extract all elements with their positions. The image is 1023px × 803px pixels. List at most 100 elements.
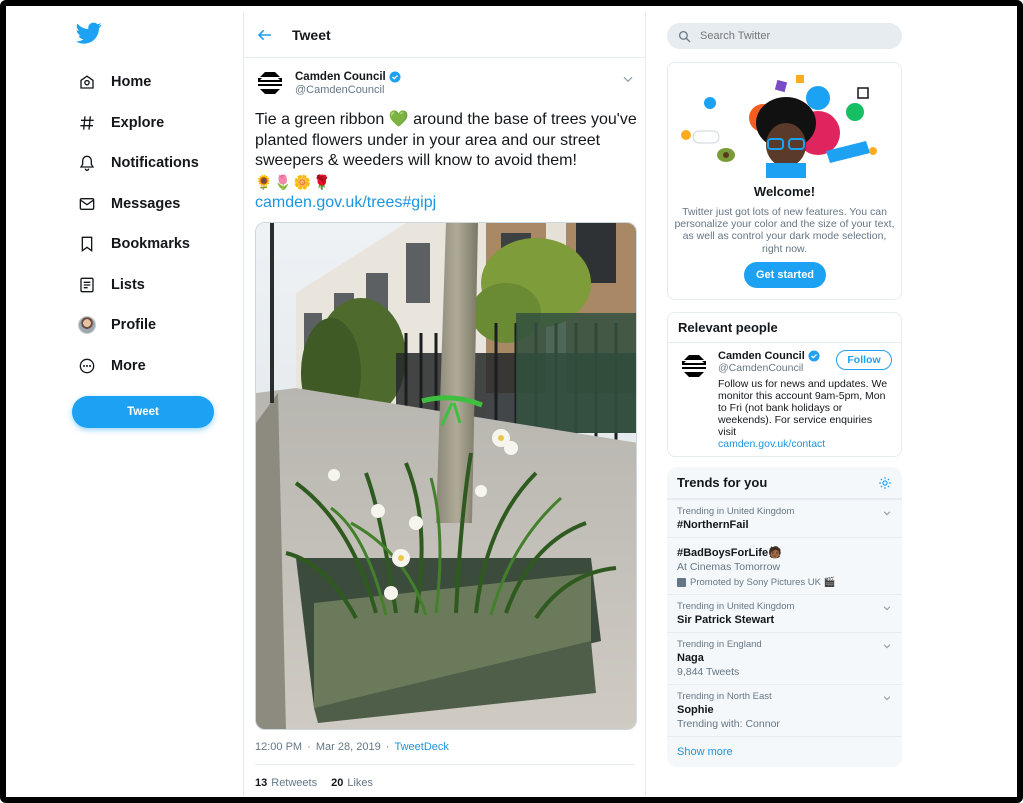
trend-subtext: Trending with: Connor: [677, 718, 780, 730]
nav-notifications-label: Notifications: [111, 155, 199, 172]
welcome-body: Twitter just got lots of new features. Y…: [674, 206, 895, 255]
trend-context: Trending in United Kingdom: [677, 506, 795, 517]
nav-bookmarks-label: Bookmarks: [111, 236, 190, 253]
chevron-down-icon[interactable]: [882, 603, 892, 613]
page-title: Tweet: [292, 26, 331, 43]
nav-explore[interactable]: Explore: [66, 103, 226, 144]
twitter-bird-icon[interactable]: [76, 20, 102, 46]
trend-name: Sir Patrick Stewart: [677, 614, 775, 626]
camden-logo-avatar[interactable]: [255, 68, 285, 98]
chevron-down-icon[interactable]: [882, 693, 892, 703]
trend-name: #NorthernFail: [677, 519, 749, 531]
trends-heading: Trends for you: [677, 475, 768, 490]
nav-notifications[interactable]: Notifications: [66, 143, 226, 184]
chevron-down-icon[interactable]: [882, 508, 892, 518]
trend-subtext: 9,844 Tweets: [677, 666, 740, 678]
retweets-value: 13: [255, 777, 268, 789]
nav-messages-label: Messages: [111, 195, 181, 212]
bookmark-icon: [78, 235, 96, 253]
likes-value: 20: [331, 777, 344, 789]
column-header: Tweet: [244, 12, 645, 58]
hashtag-icon: [78, 114, 96, 132]
nav-profile-label: Profile: [111, 317, 157, 334]
relevant-people-card: Relevant people Camden Council @CamdenCo…: [667, 312, 902, 457]
tweet-date[interactable]: Mar 28, 2019: [316, 741, 381, 753]
trend-subtext: At Cinemas Tomorrow: [677, 561, 781, 573]
nav-messages[interactable]: Messages: [66, 184, 226, 225]
show-more-link[interactable]: Show more: [667, 736, 902, 767]
nav-more-label: More: [111, 357, 146, 374]
trend-name: #BadBoysForLife🧑🏾: [677, 547, 782, 559]
tweet-photo[interactable]: [255, 222, 637, 730]
compose-tweet-button[interactable]: Tweet: [72, 396, 214, 428]
welcome-card: Welcome! Twitter just got lots of new fe…: [667, 62, 902, 300]
right-sidebar: Welcome! Twitter just got lots of new fe…: [667, 23, 902, 767]
likes-count[interactable]: 20 Likes: [331, 777, 373, 789]
trend-item-promoted[interactable]: #BadBoysForLife🧑🏾 At Cinemas Tomorrow Pr…: [667, 537, 902, 594]
tweet-source[interactable]: TweetDeck: [394, 741, 448, 753]
chevron-down-icon[interactable]: [621, 72, 635, 86]
trend-item[interactable]: Trending in North East Sophie Trending w…: [667, 684, 902, 736]
camden-logo-avatar[interactable]: [679, 351, 709, 381]
get-started-button[interactable]: Get started: [744, 262, 826, 288]
nav-home[interactable]: Home: [66, 62, 226, 103]
trend-item[interactable]: Trending in United Kingdom Sir Patrick S…: [667, 594, 902, 632]
tweet-time[interactable]: 12:00 PM: [255, 741, 302, 753]
relevant-bio-text: Follow us for news and updates. We monit…: [718, 378, 888, 438]
chevron-down-icon[interactable]: [882, 641, 892, 651]
likes-label: Likes: [347, 777, 374, 789]
tweet-stats: 13 Retweets 20 Likes: [255, 765, 635, 789]
nav-lists-label: Lists: [111, 276, 145, 293]
envelope-icon: [78, 195, 96, 213]
trend-name: Sophie: [677, 704, 714, 716]
browser-frame: Home Explore Notifications Messages Book…: [0, 0, 1023, 803]
promoted-icon: [677, 578, 686, 587]
trend-item[interactable]: Trending in England Naga 9,844 Tweets: [667, 632, 902, 684]
tweet-link[interactable]: camden.gov.uk/trees#gipj: [255, 192, 645, 214]
trend-context: Trending in United Kingdom: [677, 601, 795, 612]
tweet-detail: Camden Council @CamdenCouncil Tie a gree…: [244, 58, 645, 789]
author-name[interactable]: Camden Council: [295, 71, 386, 83]
promoted-label: Promoted by Sony Pictures UK 🎬: [690, 577, 836, 588]
home-icon: [78, 73, 96, 91]
tweet-emojis: 🌻🌷🌼🌹: [255, 173, 333, 190]
bell-icon: [78, 154, 96, 172]
verified-badge-icon: [808, 350, 820, 362]
trends-card: Trends for you Trending in United Kingdo…: [667, 467, 902, 767]
trend-context: Trending in North East: [677, 691, 772, 702]
more-icon: [78, 357, 96, 375]
welcome-title: Welcome!: [753, 184, 816, 199]
relevant-bio-link[interactable]: camden.gov.uk/contact: [718, 438, 891, 450]
tweet-text: Tie a green ribbon 💚 around the base of …: [255, 110, 645, 214]
search-input[interactable]: [700, 30, 880, 42]
nav-bookmarks[interactable]: Bookmarks: [66, 224, 226, 265]
relevant-bio: Follow us for news and updates. We monit…: [718, 378, 891, 450]
tweet-timestamp: 12:00 PM · Mar 28, 2019 · TweetDeck: [255, 741, 449, 753]
avatar: [78, 316, 96, 335]
trend-context: Trending in England: [677, 639, 762, 650]
search-box[interactable]: [667, 23, 902, 49]
welcome-illustration: [681, 75, 877, 178]
nav-home-label: Home: [111, 74, 152, 91]
retweets-count[interactable]: 13 Retweets: [255, 777, 317, 789]
tweet-author[interactable]: Camden Council @CamdenCouncil: [255, 68, 635, 98]
nav-lists[interactable]: Lists: [66, 265, 226, 306]
left-nav: Home Explore Notifications Messages Book…: [66, 20, 226, 428]
street-tree-photo: [256, 223, 636, 729]
gear-icon[interactable]: [878, 476, 892, 490]
follow-button[interactable]: Follow: [836, 350, 892, 370]
trend-item[interactable]: Trending in United Kingdom #NorthernFail: [667, 499, 902, 537]
nav-more[interactable]: More: [66, 346, 226, 387]
tweet-body: Tie a green ribbon 💚 around the base of …: [255, 111, 637, 169]
verified-badge-icon: [389, 71, 401, 82]
list-icon: [78, 276, 96, 294]
relevant-person: Camden Council @CamdenCouncil Follow Fol…: [668, 343, 901, 450]
relevant-name[interactable]: Camden Council: [718, 350, 805, 362]
nav-profile[interactable]: Profile: [66, 305, 226, 346]
search-icon: [678, 30, 691, 42]
back-arrow-icon[interactable]: [257, 25, 277, 45]
author-handle[interactable]: @CamdenCouncil: [295, 84, 401, 96]
retweets-label: Retweets: [271, 777, 318, 789]
relevant-people-heading: Relevant people: [668, 313, 901, 343]
tweet-column: Tweet Camden Council @CamdenCouncil Tie …: [243, 12, 646, 797]
